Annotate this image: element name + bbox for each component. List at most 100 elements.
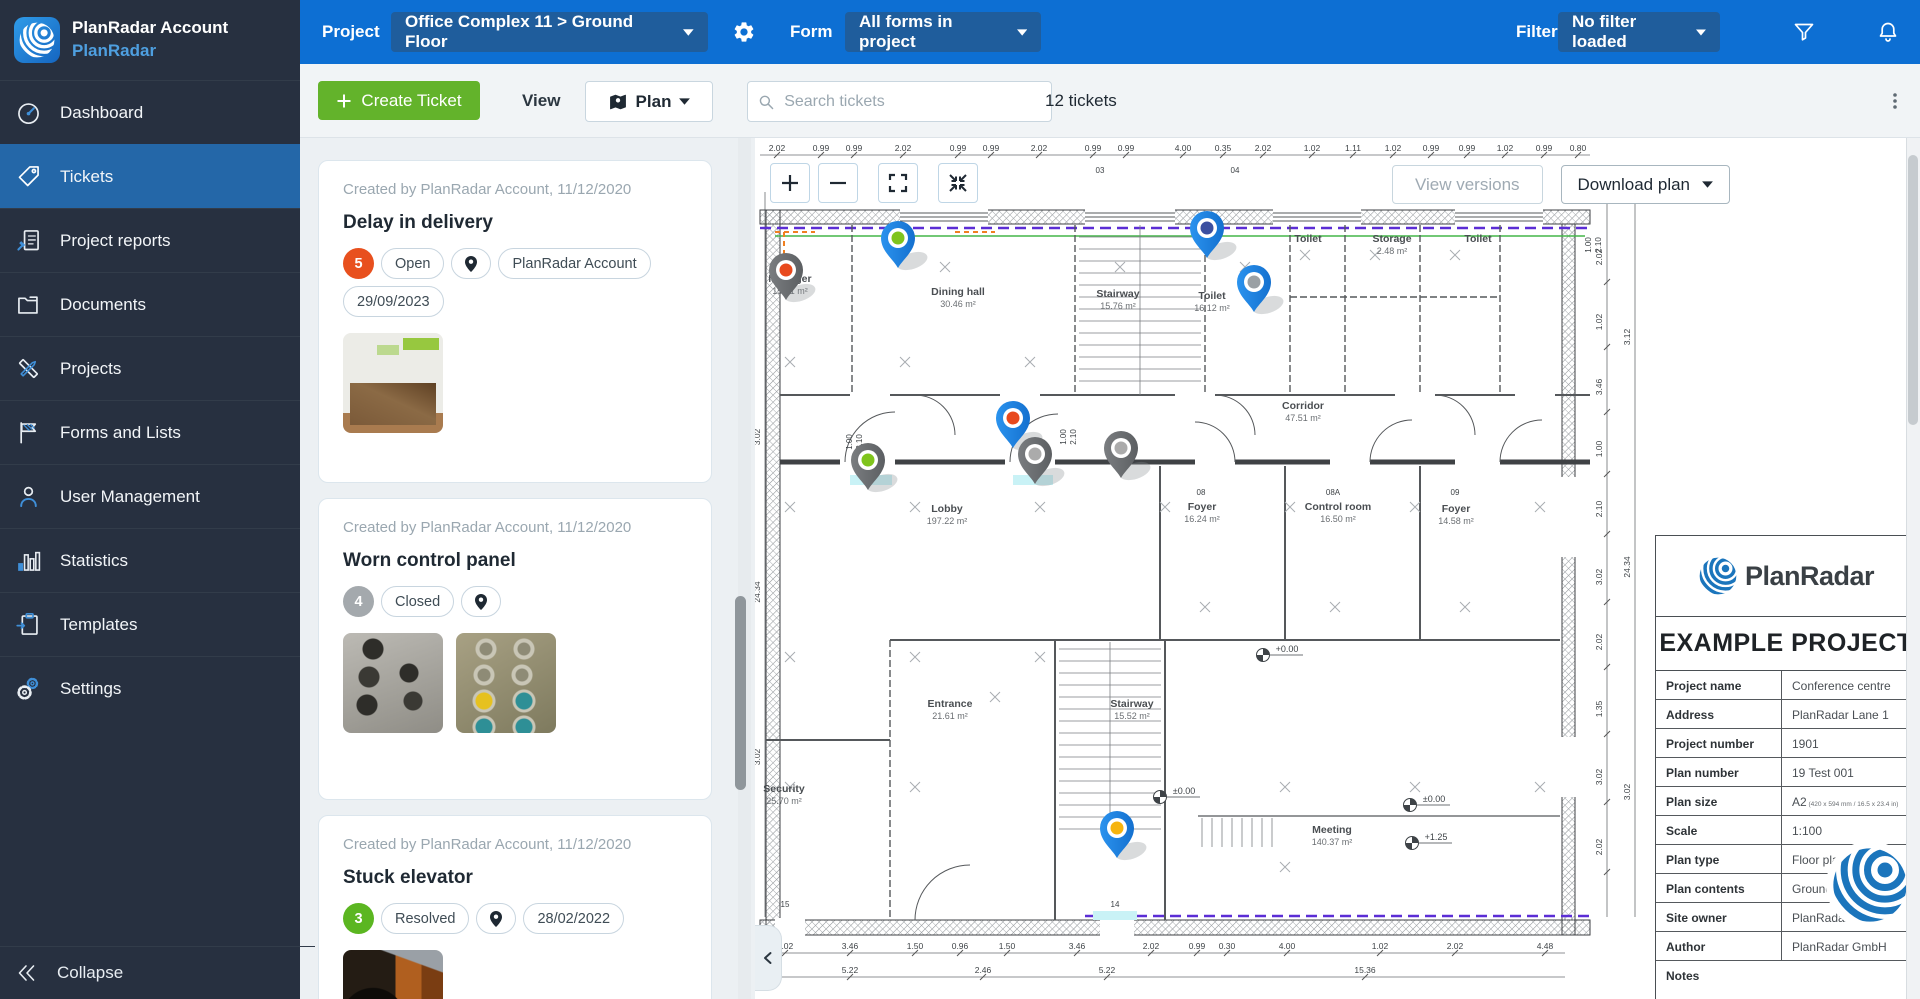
ticket-pin[interactable] [1237,265,1286,318]
expand-icon [888,173,908,193]
sidebar-item-user-management[interactable]: User Management [0,464,300,528]
plan-viewer[interactable]: 2.020.990.992.020.990.992.020.990.994.00… [755,137,1920,999]
room-label: Dining hall30.46 m² [931,286,985,309]
search-input[interactable] [782,92,1041,112]
download-plan-button[interactable]: Download plan [1561,165,1730,204]
titleblock-row: Plan number19 Test 001 [1656,758,1916,787]
fit-to-screen-button[interactable] [938,163,978,203]
svg-text:15.36: 15.36 [1354,965,1376,975]
zoom-in-button[interactable] [770,163,810,203]
location-pill [461,586,501,617]
room-label: Security25.70 m² [763,783,805,806]
svg-text:15.52 m²: 15.52 m² [1114,711,1150,721]
project-settings-gear-button[interactable] [728,16,760,48]
create-ticket-button[interactable]: Create Ticket [318,81,480,120]
sidebar-item-settings[interactable]: Settings [0,656,300,720]
svg-text:140.37 m²: 140.37 m² [1312,837,1353,847]
svg-text:Meeting: Meeting [1312,824,1352,836]
titleblock-row: Project number1901 [1656,729,1916,758]
svg-text:24.34: 24.34 [1622,556,1632,578]
ticket-list: Created by PlanRadar Account, 11/12/2020… [300,137,755,999]
svg-text:2.02: 2.02 [895,143,912,153]
sidebar-item-tickets[interactable]: Tickets [0,144,300,208]
filter-selector[interactable]: No filter loaded [1558,12,1720,52]
map-icon [608,92,628,112]
svg-text:2.02: 2.02 [1255,143,1272,153]
ticket-photo-thumbnail[interactable] [456,633,556,733]
svg-text:Foyer: Foyer [1442,503,1471,515]
svg-text:1.02: 1.02 [1385,143,1402,153]
svg-text:21.61 m²: 21.61 m² [932,711,968,721]
plan-scrollbar[interactable] [1906,137,1920,999]
plan-annotation-label: 1.00 [1584,237,1593,253]
filter-selector-value: No filter loaded [1572,12,1684,52]
project-selector[interactable]: Office Complex 11 > Ground Floor [391,12,708,52]
ticket-card-worn-control-panel[interactable]: Created by PlanRadar Account, 11/12/2020… [318,498,712,800]
view-mode-dropdown[interactable]: Plan [585,81,713,122]
room-label: Stairway15.76 m² [1096,288,1139,311]
plan-annotation-label: 03 [1096,166,1105,175]
collapse-list-panel-handle[interactable] [755,925,782,991]
svg-text:3.02: 3.02 [1594,768,1604,785]
chevron-down-icon [1696,29,1706,36]
filter-funnel-button[interactable] [1788,16,1820,48]
ticket-pin[interactable] [1104,431,1153,484]
fullscreen-button[interactable] [878,163,918,203]
list-scrollbar-thumb[interactable] [735,596,746,790]
search-box [747,81,1052,122]
account-header[interactable]: PlanRadar Account PlanRadar [0,0,300,80]
plan-annotation-label: 15 [781,900,790,909]
plan-annotation-label: 2.10 [1069,429,1078,445]
plan-scrollbar-thumb[interactable] [1908,155,1918,425]
ticket-title: Stuck elevator [343,867,687,889]
svg-text:0.99: 0.99 [813,143,830,153]
minus-icon [828,173,848,193]
svg-text:1.02: 1.02 [1497,143,1514,153]
due-date-pill: 28/02/2022 [523,903,624,934]
plan-annotation-label: 04 [1231,166,1240,175]
elevation-marker: ±0.00 [1154,786,1201,804]
svg-text:Lobby: Lobby [931,503,963,515]
ticket-card-stuck-elevator[interactable]: Created by PlanRadar Account, 11/12/2020… [318,815,712,999]
sidebar-item-project-reports[interactable]: Project reports [0,208,300,272]
ticket-photo-thumbnail[interactable] [343,633,443,733]
due-date-pill: 29/09/2023 [343,286,444,317]
sidebar-item-statistics[interactable]: Statistics [0,528,300,592]
kebab-menu-icon [1885,91,1905,111]
ticket-photo-thumbnail[interactable] [343,950,443,999]
more-options-button[interactable] [1880,86,1910,116]
sidebar-item-dashboard[interactable]: Dashboard [0,80,300,144]
svg-text:2.02: 2.02 [1031,143,1048,153]
svg-text:1.11: 1.11 [1345,143,1361,153]
form-selector[interactable]: All forms in project [845,12,1041,52]
sidebar-item-label: Tickets [60,167,113,187]
ticket-pin[interactable] [1100,811,1149,864]
zoom-out-button[interactable] [818,163,858,203]
svg-text:197.22 m²: 197.22 m² [927,516,968,526]
room-label: Foyer16.24 m² [1184,501,1220,524]
view-versions-label: View versions [1415,175,1520,195]
svg-text:Corridor: Corridor [1282,400,1324,412]
notifications-button[interactable] [1872,16,1904,48]
form-selector-value: All forms in project [859,12,1005,52]
svg-text:3.46: 3.46 [842,941,859,951]
ticket-pin[interactable] [851,443,900,496]
room-label: Entrance21.61 m² [928,698,973,721]
view-versions-button[interactable]: View versions [1392,165,1543,204]
room-label: Foyer14.58 m² [1438,503,1474,526]
project-selector-value: Office Complex 11 > Ground Floor [405,12,671,52]
sidebar-collapse-button[interactable]: Collapse [0,946,315,999]
list-scrollbar[interactable] [738,137,751,999]
map-pin-icon [490,911,502,927]
sidebar-item-documents[interactable]: Documents [0,272,300,336]
sidebar-item-forms-lists[interactable]: Forms and Lists [0,400,300,464]
ticket-photo-thumbnail[interactable] [343,333,443,433]
ticket-card-delay-in-delivery[interactable]: Created by PlanRadar Account, 11/12/2020… [318,160,712,483]
sidebar-item-templates[interactable]: Templates [0,592,300,656]
sidebar-item-label: Projects [60,359,121,379]
sidebar-item-projects[interactable]: Projects [0,336,300,400]
plan-annotation-label: 14 [1111,900,1120,909]
project-label: Project [322,0,380,64]
funnel-icon [1792,20,1816,44]
svg-text:3.02: 3.02 [1594,568,1604,585]
